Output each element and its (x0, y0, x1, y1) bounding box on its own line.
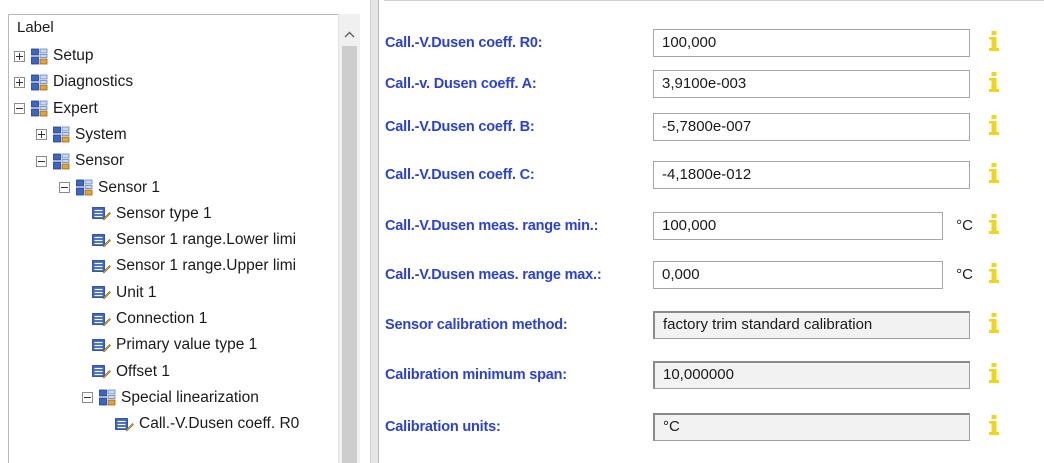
field-call-v-dusen-meas-range-max[interactable]: 0,000 (653, 261, 943, 289)
tree-view: Label Setup Diagnostics Expert System Sensor… (8, 14, 339, 463)
tree-item-sensor[interactable]: Sensor (36, 148, 124, 174)
parameter-icon (92, 285, 111, 300)
device-group-icon (31, 100, 48, 117)
label-calibration-minimum-span: Calibration minimum span: (385, 367, 567, 383)
tree-item-diagnostics[interactable]: Diagnostics (14, 69, 133, 95)
label-call-v-dusen-coeff-a: Call.-v. Dusen coeff. A: (385, 76, 537, 92)
field-call-v-dusen-coeff-b[interactable]: -5,7800e-007 (653, 113, 970, 141)
device-group-icon (53, 126, 70, 143)
info-icon[interactable] (987, 114, 1001, 136)
field-call-v-dusen-coeff-c[interactable]: -4,1800e-012 (653, 161, 970, 189)
info-icon[interactable] (987, 162, 1001, 184)
tree-item-label: Call.-V.Dusen coeff. R0 (139, 415, 300, 433)
tree-item-label: Diagnostics (53, 73, 134, 91)
field-call-v-dusen-meas-range-min[interactable]: 100,000 (653, 212, 943, 240)
tree-item-label: Sensor 1 range.Upper limi (116, 257, 297, 275)
tree-item-label: Sensor 1 range.Lower limi (116, 231, 297, 249)
info-icon[interactable] (987, 71, 1001, 93)
info-icon[interactable] (987, 262, 1001, 284)
parameter-icon (92, 233, 111, 248)
tree-item-expert[interactable]: Expert (14, 96, 98, 122)
collapse-icon[interactable] (82, 392, 93, 404)
tree-panel: Label Setup Diagnostics Expert System Sensor… (0, 0, 370, 463)
tree-item-label: Setup (53, 47, 94, 64)
expand-icon[interactable] (14, 76, 25, 88)
field-call-v-dusen-coeff-a[interactable]: 3,9100e-003 (653, 70, 970, 98)
tree-item-label: System (75, 125, 127, 143)
label-sensor-calibration-method: Sensor calibration method: (385, 317, 568, 333)
field-call-v-dusen-coeff-r0[interactable]: 100,000 (653, 29, 970, 57)
tree-item-primary-value-type-1[interactable]: Primary value type 1 (92, 332, 257, 358)
tree-item-sensor-1[interactable]: Sensor 1 (59, 175, 160, 201)
parameter-icon (92, 259, 111, 274)
tree-item-offset-1[interactable]: Offset 1 (92, 359, 170, 385)
info-icon[interactable] (987, 213, 1001, 235)
info-icon[interactable] (987, 362, 1001, 384)
device-group-icon (31, 48, 48, 65)
tree-scrollbar[interactable] (338, 14, 360, 463)
tree-column-header[interactable]: Label (9, 15, 339, 41)
scrollbar-thumb[interactable] (342, 46, 357, 463)
field-calibration-minimum-span: 10,000000 (653, 361, 970, 389)
device-group-icon (76, 179, 93, 196)
device-group-icon (53, 153, 70, 170)
tree-item-call-v-dusen-coeff-r0[interactable]: Call.-V.Dusen coeff. R0 (115, 411, 299, 437)
label-calibration-units: Calibration units: (385, 419, 501, 435)
collapse-icon[interactable] (59, 182, 70, 193)
tree-item-label: Sensor 1 (98, 178, 161, 196)
info-icon[interactable] (987, 30, 1001, 52)
unit-label: °C (956, 217, 973, 234)
field-calibration-units: °C (653, 413, 970, 441)
expand-icon[interactable] (14, 50, 25, 62)
parameter-icon (115, 417, 134, 432)
tree-item-system[interactable]: System (36, 122, 127, 148)
expand-icon[interactable] (36, 129, 47, 141)
label-call-v-dusen-meas-range-min: Call.-V.Dusen meas. range min.: (385, 218, 599, 234)
panel-splitter[interactable] (370, 0, 379, 463)
tree-item-unit-1[interactable]: Unit 1 (92, 280, 157, 306)
parameter-icon (92, 206, 111, 221)
tree-item-label: Special linearization (121, 388, 259, 406)
label-call-v-dusen-coeff-r0: Call.-V.Dusen coeff. R0: (385, 35, 543, 51)
tree-item-label: Sensor (75, 152, 125, 170)
tree-item-special-linearization[interactable]: Special linearization (82, 385, 259, 411)
tree-item-sensor-1-range-lower-limi[interactable]: Sensor 1 range.Lower limi (92, 227, 296, 253)
unit-label: °C (956, 266, 973, 283)
parameter-icon (92, 338, 111, 353)
scroll-up-icon[interactable] (339, 24, 360, 44)
label-call-v-dusen-coeff-c: Call.-V.Dusen coeff. C: (385, 167, 535, 183)
collapse-icon[interactable] (14, 103, 25, 115)
field-sensor-calibration-method: factory trim standard calibration (653, 311, 970, 339)
info-icon[interactable] (987, 414, 1001, 436)
tree-item-label: Unit 1 (116, 283, 157, 301)
tree-item-connection-1[interactable]: Connection 1 (92, 306, 207, 332)
label-call-v-dusen-meas-range-max: Call.-V.Dusen meas. range max.: (385, 267, 602, 283)
tree-item-label: Expert (53, 99, 98, 117)
tree-item-sensor-1-range-upper-limi[interactable]: Sensor 1 range.Upper limi (92, 253, 296, 279)
tree-item-label: Sensor type 1 (116, 204, 212, 222)
tree-item-setup[interactable]: Setup (14, 43, 94, 69)
info-icon[interactable] (987, 312, 1001, 334)
tree-item-label: Offset 1 (116, 362, 170, 380)
tree-item-label: Connection 1 (116, 310, 208, 327)
label-call-v-dusen-coeff-b: Call.-V.Dusen coeff. B: (385, 119, 535, 135)
tree-item-sensor-type-1[interactable]: Sensor type 1 (92, 201, 212, 227)
collapse-icon[interactable] (36, 155, 47, 167)
parameter-icon (92, 364, 111, 379)
tree-item-label: Primary value type 1 (116, 336, 258, 354)
parameter-icon (92, 312, 111, 327)
device-group-icon (31, 74, 48, 91)
device-group-icon (99, 389, 116, 406)
parameter-panel: Call.-V.Dusen coeff. R0: 100,000 Call.-v. … (384, 0, 1044, 463)
